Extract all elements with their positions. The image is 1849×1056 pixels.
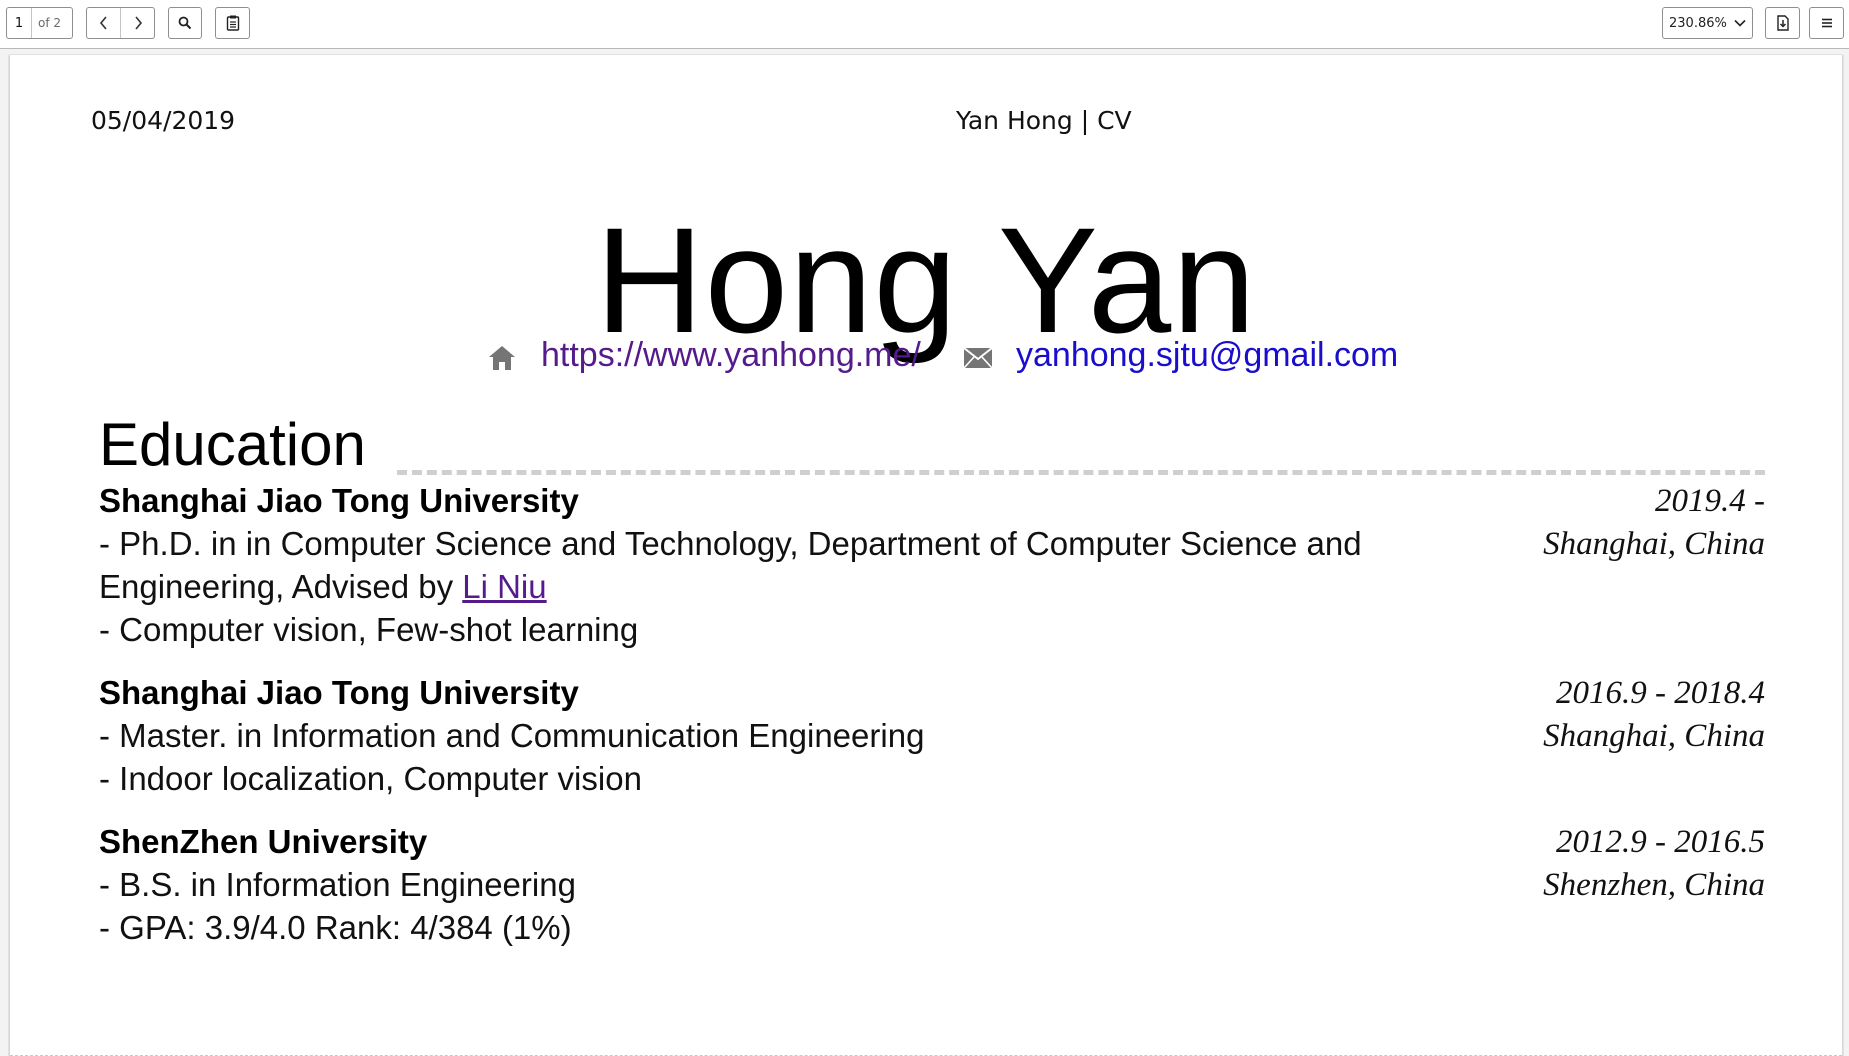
notes-icon xyxy=(226,15,239,31)
page-number-group: 1 of 2 xyxy=(6,7,73,39)
page-count-label: of 2 xyxy=(38,16,62,30)
zoom-select[interactable]: 230.86% xyxy=(1662,7,1753,39)
education-location: Shenzhen, China xyxy=(1543,867,1765,903)
next-page-button[interactable] xyxy=(120,8,154,38)
pdf-page: 05/04/2019 Yan Hong | CV Hong Yan https:… xyxy=(9,55,1843,1056)
advisor-link[interactable]: Li Niu xyxy=(462,568,546,605)
education-institution: Shanghai Jiao Tong University xyxy=(99,482,579,519)
website-link[interactable]: https://www.yanhong.me/ xyxy=(541,335,921,375)
notes-button[interactable] xyxy=(215,7,250,39)
chevron-down-icon xyxy=(1734,19,1746,27)
education-location: Shanghai, China xyxy=(1543,526,1765,562)
education-degree: - B.S. in Information Engineering xyxy=(99,866,576,903)
education-advisor-line: Engineering, Advised by Li Niu xyxy=(99,567,547,607)
section-divider xyxy=(397,470,1765,475)
cv-name: Hong Yan xyxy=(595,196,1257,364)
hamburger-menu-icon xyxy=(1821,18,1832,28)
pdf-toolbar: 1 of 2 230.86% xyxy=(0,0,1849,49)
education-gpa: - GPA: 3.9/4.0 Rank: 4/384 (1%) xyxy=(99,909,572,946)
zoom-value: 230.86% xyxy=(1669,15,1727,31)
education-institution: ShenZhen University xyxy=(99,823,428,860)
education-degree: - Master. in Information and Communicati… xyxy=(99,717,925,754)
education-research: - Computer vision, Few-shot learning xyxy=(99,611,639,648)
document-viewport[interactable]: 05/04/2019 Yan Hong | CV Hong Yan https:… xyxy=(0,49,1849,1056)
education-date: 2016.9 - 2018.4 xyxy=(1556,675,1765,711)
page-number-input[interactable]: 1 xyxy=(7,8,32,38)
education-date: 2019.4 - xyxy=(1655,483,1765,519)
education-degree: - Ph.D. in in Computer Science and Techn… xyxy=(99,525,1362,562)
download-button[interactable] xyxy=(1765,7,1800,39)
home-icon xyxy=(489,346,515,370)
menu-button[interactable] xyxy=(1809,7,1844,39)
education-date: 2012.9 - 2016.5 xyxy=(1556,824,1765,860)
education-institution: Shanghai Jiao Tong University xyxy=(99,674,579,711)
email-link[interactable]: yanhong.sjtu@gmail.com xyxy=(1016,335,1398,375)
advisor-prefix: Engineering, Advised by xyxy=(99,568,463,605)
chevron-left-icon xyxy=(99,16,107,30)
header-date: 05/04/2019 xyxy=(91,106,236,135)
page-nav-group xyxy=(86,7,155,39)
chevron-right-icon xyxy=(134,16,142,30)
search-icon xyxy=(178,16,192,30)
education-research: - Indoor localization, Computer vision xyxy=(99,760,642,797)
education-location: Shanghai, China xyxy=(1543,718,1765,754)
previous-page-button[interactable] xyxy=(87,8,120,38)
envelope-icon xyxy=(963,347,993,369)
header-title: Yan Hong | CV xyxy=(956,106,1132,135)
download-icon xyxy=(1776,15,1789,31)
search-button[interactable] xyxy=(168,7,202,39)
section-title-education: Education xyxy=(99,411,366,478)
